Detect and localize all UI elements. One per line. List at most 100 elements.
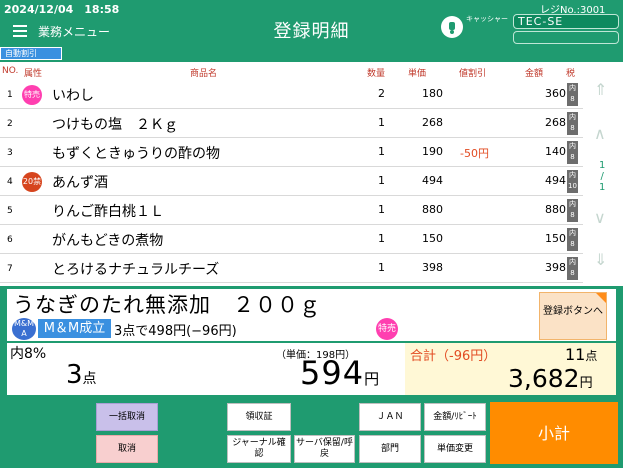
- sale-badge: 特売: [376, 318, 398, 340]
- row-tax: 内8: [567, 141, 578, 164]
- col-name: 商品名: [190, 69, 218, 79]
- row-name: もずくときゅうりの酢の物: [52, 146, 220, 162]
- row-no: 5: [7, 206, 13, 216]
- table-row[interactable]: 2 つけもの塩 ２Ｋｇ 1 268 268 内8: [0, 109, 583, 138]
- row-disc: -50円: [460, 147, 489, 160]
- row-tax: 内8: [567, 83, 578, 106]
- table-row[interactable]: 7 とろけるナチュラルチーズ 1 398 398 内8: [0, 254, 583, 283]
- row-name: がんもどきの煮物: [52, 233, 164, 249]
- col-amt: 金額: [525, 69, 544, 79]
- jan-button[interactable]: ＪＡＮ: [359, 403, 421, 431]
- receipt-button[interactable]: 領収証: [227, 403, 291, 431]
- row-tax: 内8: [567, 257, 578, 280]
- logo-text: キャッシャー: [466, 15, 508, 23]
- row-price: 494: [422, 174, 443, 187]
- col-disc: 値割引: [459, 69, 487, 79]
- subtotal-button[interactable]: 小計: [490, 402, 618, 464]
- tax-item-count: 3点: [66, 360, 97, 390]
- page-total: 1: [599, 182, 606, 193]
- cashier-logo-icon: [441, 16, 463, 38]
- cancel-button[interactable]: 取消: [96, 435, 158, 463]
- row-price: 150: [422, 232, 443, 245]
- col-tax: 税: [566, 69, 576, 79]
- table-row[interactable]: 4 20禁 あんず酒 1 494 494 内10: [0, 167, 583, 196]
- bulk-cancel-button[interactable]: 一括取消: [96, 403, 158, 431]
- table-row[interactable]: 5 りんご酢白桃１Ｌ 1 880 880 内8: [0, 196, 583, 225]
- total-count: 11点: [565, 345, 597, 364]
- price-change-button[interactable]: 単価変更: [424, 435, 486, 463]
- page-separator: /: [600, 171, 604, 182]
- row-no: 1: [7, 90, 13, 100]
- tax-count-value: 3: [66, 360, 83, 390]
- row-no: 2: [7, 119, 13, 129]
- page-up-icon[interactable]: ∧: [594, 124, 606, 143]
- page-down-icon[interactable]: ∨: [594, 208, 606, 227]
- row-price: 880: [422, 203, 443, 216]
- row-name: とろけるナチュラルチーズ: [52, 262, 220, 278]
- table-header: NO. 属性 商品名 数量 単価 値割引 金額 税: [0, 64, 590, 79]
- total-label: 合計（-96円）: [410, 349, 497, 364]
- page-last-icon[interactable]: ⇓: [594, 250, 607, 269]
- cashier-name: TEC-SE: [513, 14, 619, 29]
- row-no: 7: [7, 264, 13, 274]
- row-price: 268: [422, 116, 443, 129]
- item-amount: 594円: [300, 354, 380, 392]
- corner-triangle-icon: [596, 293, 606, 303]
- total-count-unit: 点: [585, 349, 598, 363]
- total-count-value: 11: [565, 345, 586, 364]
- department-button[interactable]: 部門: [359, 435, 421, 463]
- row-amt: 494: [545, 174, 566, 187]
- scroll-controls: ⇑ ∧ 1 / 1 ∨ ⇓: [590, 78, 618, 282]
- sale-badge: 特売: [22, 85, 42, 105]
- row-amt: 398: [545, 261, 566, 274]
- total-amount: 3,682円: [508, 364, 593, 393]
- item-amount-unit: 円: [364, 370, 381, 388]
- col-attr: 属性: [24, 69, 43, 79]
- row-price: 398: [422, 261, 443, 274]
- row-no: 3: [7, 148, 13, 158]
- page-first-icon[interactable]: ⇑: [594, 80, 607, 99]
- mm-description: 3点で498円(−96円): [114, 324, 237, 339]
- total-amount-unit: 円: [579, 376, 593, 391]
- table-row[interactable]: 1 特売 いわし 2 180 360 内8: [0, 80, 583, 109]
- row-qty: 1: [378, 203, 385, 216]
- row-name: つけもの塩 ２Ｋｇ: [52, 117, 178, 133]
- row-name: りんご酢白桃１Ｌ: [52, 204, 164, 220]
- row-qty: 1: [378, 261, 385, 274]
- row-qty: 1: [378, 232, 385, 245]
- tax-rate-label: 内8%: [10, 346, 47, 362]
- row-tax: 内8: [567, 199, 578, 222]
- row-amt: 880: [545, 203, 566, 216]
- page-current: 1: [599, 160, 606, 171]
- journal-button[interactable]: ジャーナル確認: [227, 435, 291, 463]
- table-row[interactable]: 6 がんもどきの煮物 1 150 150 内8: [0, 225, 583, 254]
- server-hold-button[interactable]: サーバ保留/呼戻: [294, 435, 355, 463]
- row-price: 190: [422, 145, 443, 158]
- row-qty: 1: [378, 174, 385, 187]
- table-row[interactable]: 3 もずくときゅうりの酢の物 1 190 -50円 140 内8: [0, 138, 583, 167]
- row-amt: 268: [545, 116, 566, 129]
- page-indicator: 1 / 1: [599, 160, 605, 193]
- row-name: あんず酒: [52, 175, 108, 191]
- detail-product-name: うなぎのたれ無添加 ２００ｇ: [13, 293, 321, 317]
- row-price: 180: [422, 87, 443, 100]
- row-qty: 2: [378, 87, 385, 100]
- row-no: 4: [7, 177, 13, 187]
- row-tax: 内8: [567, 228, 578, 251]
- status-box: [513, 31, 619, 44]
- row-name: いわし: [52, 88, 94, 104]
- row-amt: 140: [545, 145, 566, 158]
- row-qty: 1: [378, 116, 385, 129]
- auto-discount-badge: 自動割引: [0, 47, 62, 60]
- total-amount-value: 3,682: [508, 364, 580, 393]
- datetime: 2024/12/04 18:58: [4, 3, 120, 16]
- item-amount-value: 594: [300, 354, 365, 392]
- mm-badge-icon: M&M A: [12, 318, 36, 340]
- row-amt: 150: [545, 232, 566, 245]
- col-no: NO.: [2, 66, 19, 76]
- amount-rebate-button[interactable]: 金額/ﾘﾋﾞｰﾄ: [424, 403, 486, 431]
- age-restriction-badge: 20禁: [22, 172, 42, 192]
- row-qty: 1: [378, 145, 385, 158]
- tax-count-unit: 点: [82, 371, 97, 387]
- row-amt: 360: [545, 87, 566, 100]
